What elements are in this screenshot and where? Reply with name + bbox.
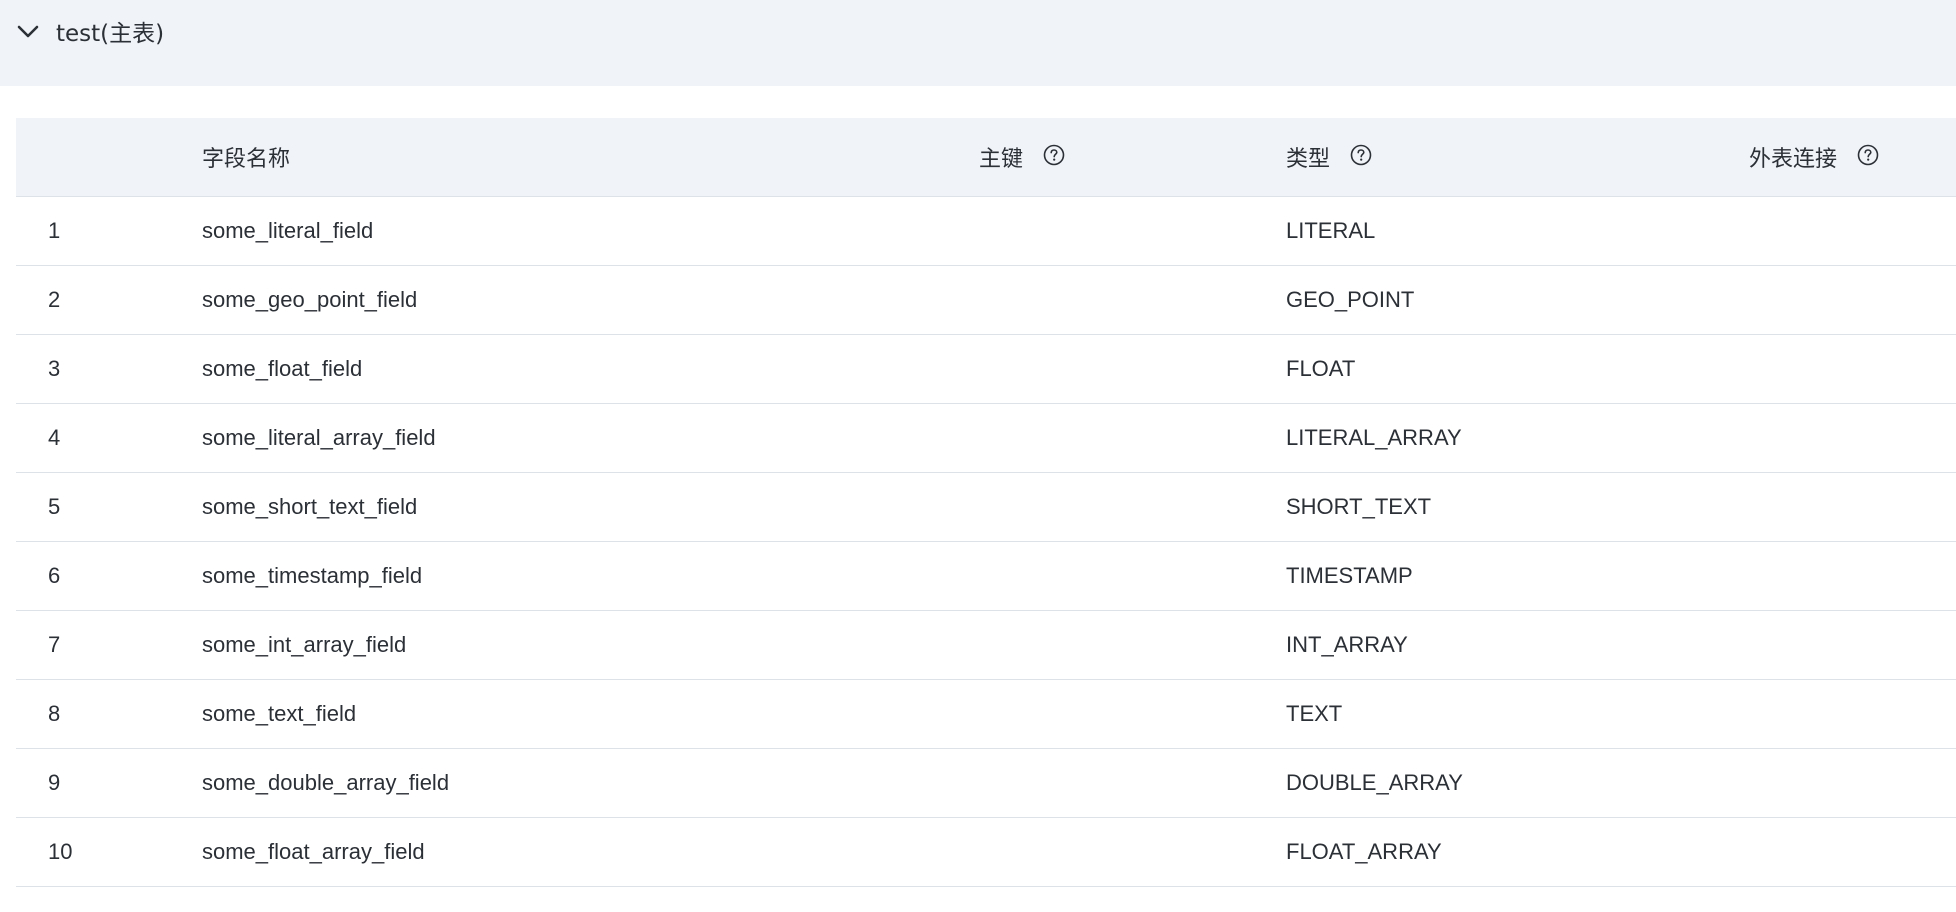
row-type: FLOAT_ARRAY (1286, 838, 1442, 864)
row-type: TIMESTAMP (1286, 562, 1413, 588)
row-index: 10 (48, 838, 73, 864)
row-primary-key (979, 265, 1286, 334)
row-foreign-link (1749, 265, 1956, 334)
header-foreign-link-label: 外表连接 (1749, 146, 1838, 172)
row-foreign-link (1749, 748, 1956, 817)
header-foreign-link: 外表连接 (1749, 118, 1956, 196)
row-type: INT_ARRAY (1286, 631, 1408, 657)
table-row[interactable]: 2 some_geo_point_field GEO_POINT (16, 265, 1956, 334)
table-header-row: 字段名称 主键 类型 外表连接 (16, 118, 1956, 196)
row-foreign-link (1749, 610, 1956, 679)
table-row[interactable]: 3 some_float_field FLOAT (16, 334, 1956, 403)
table-body: 1 some_literal_field LITERAL 2 some_geo_… (16, 196, 1956, 886)
row-primary-key (979, 610, 1286, 679)
row-primary-key (979, 196, 1286, 265)
fields-table-container: 字段名称 主键 类型 外表连接 1 some_literal_field LIT… (16, 118, 1956, 887)
header-type: 类型 (1286, 118, 1749, 196)
row-field-name: some_timestamp_field (202, 562, 423, 588)
header-field-name: 字段名称 (202, 118, 979, 196)
row-foreign-link (1749, 541, 1956, 610)
table-row[interactable]: 9 some_double_array_field DOUBLE_ARRAY (16, 748, 1956, 817)
header-index (16, 118, 202, 196)
row-field-name: some_float_array_field (202, 838, 425, 864)
panel-title: test(主表) (56, 21, 165, 47)
table-row[interactable]: 7 some_int_array_field INT_ARRAY (16, 610, 1956, 679)
row-primary-key (979, 403, 1286, 472)
row-foreign-link (1749, 679, 1956, 748)
row-type: LITERAL_ARRAY (1286, 424, 1462, 450)
table-row[interactable]: 10 some_float_array_field FLOAT_ARRAY (16, 817, 1956, 886)
row-index: 6 (48, 562, 61, 588)
row-index: 4 (48, 424, 61, 450)
row-type: FLOAT (1286, 355, 1356, 381)
header-primary-key-label: 主键 (979, 146, 1024, 172)
row-type: LITERAL (1286, 217, 1376, 243)
row-foreign-link (1749, 196, 1956, 265)
table-row[interactable]: 6 some_timestamp_field TIMESTAMP (16, 541, 1956, 610)
row-primary-key (979, 679, 1286, 748)
row-field-name: some_double_array_field (202, 769, 450, 795)
row-field-name: some_literal_array_field (202, 424, 436, 450)
table-panel-header[interactable]: test(主表) (0, 0, 1956, 86)
row-type: TEXT (1286, 700, 1343, 726)
row-index: 7 (48, 631, 61, 657)
row-type: SHORT_TEXT (1286, 493, 1432, 519)
row-type: GEO_POINT (1286, 286, 1415, 312)
row-field-name: some_literal_field (202, 217, 374, 243)
row-primary-key (979, 748, 1286, 817)
table-row[interactable]: 5 some_short_text_field SHORT_TEXT (16, 472, 1956, 541)
row-primary-key (979, 541, 1286, 610)
row-index: 8 (48, 700, 61, 726)
header-primary-key: 主键 (979, 118, 1286, 196)
row-primary-key (979, 817, 1286, 886)
row-index: 1 (48, 217, 61, 243)
row-foreign-link (1749, 334, 1956, 403)
row-primary-key (979, 472, 1286, 541)
row-field-name: some_geo_point_field (202, 286, 418, 312)
header-type-label: 类型 (1286, 146, 1331, 172)
question-circle-icon[interactable] (1857, 144, 1879, 166)
row-index: 3 (48, 355, 61, 381)
table-row[interactable]: 8 some_text_field TEXT (16, 679, 1956, 748)
fields-table: 字段名称 主键 类型 外表连接 1 some_literal_field LIT… (16, 118, 1956, 887)
row-index: 9 (48, 769, 61, 795)
question-circle-icon[interactable] (1043, 144, 1065, 166)
row-field-name: some_text_field (202, 700, 357, 726)
row-type: DOUBLE_ARRAY (1286, 769, 1463, 795)
question-circle-icon[interactable] (1350, 144, 1372, 166)
table-row[interactable]: 1 some_literal_field LITERAL (16, 196, 1956, 265)
chevron-down-icon[interactable] (14, 18, 42, 46)
row-primary-key (979, 334, 1286, 403)
row-foreign-link (1749, 472, 1956, 541)
row-index: 2 (48, 286, 61, 312)
header-field-name-label: 字段名称 (202, 146, 291, 172)
row-field-name: some_int_array_field (202, 631, 407, 657)
row-foreign-link (1749, 817, 1956, 886)
row-field-name: some_short_text_field (202, 493, 418, 519)
row-index: 5 (48, 493, 61, 519)
row-field-name: some_float_field (202, 355, 363, 381)
table-row[interactable]: 4 some_literal_array_field LITERAL_ARRAY (16, 403, 1956, 472)
row-foreign-link (1749, 403, 1956, 472)
